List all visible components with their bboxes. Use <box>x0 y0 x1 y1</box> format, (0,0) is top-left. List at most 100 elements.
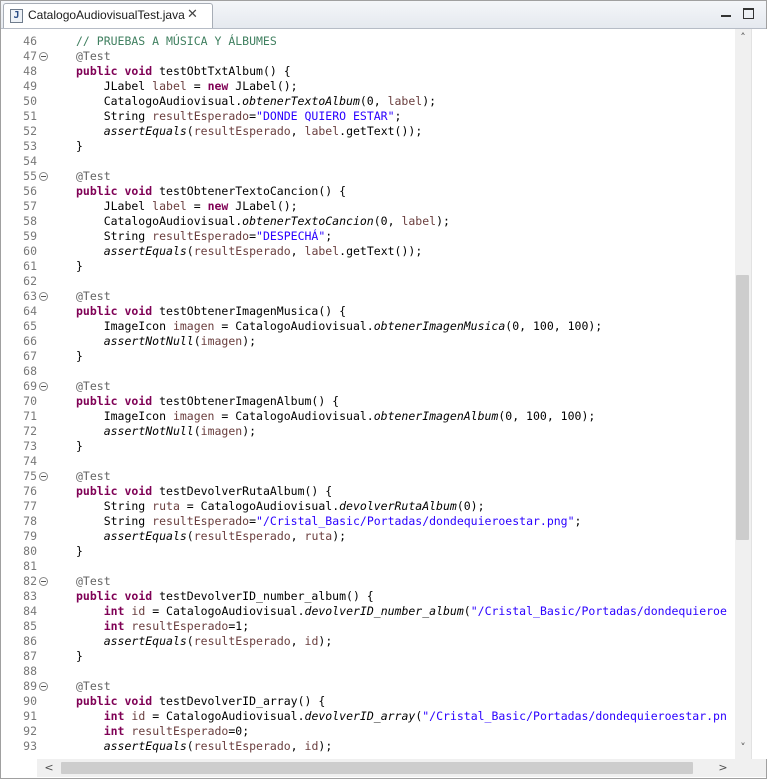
code-line[interactable]: 70 public void testObtenerImagenAlbum() { <box>1 394 735 409</box>
code-line[interactable]: 82 @Test <box>1 574 735 589</box>
code-line[interactable]: 58 CatalogoAudiovisual.obtenerTextoCanci… <box>1 214 735 229</box>
code-text: assertNotNull(imagen); <box>76 424 256 439</box>
code-line[interactable]: 74 <box>1 454 735 469</box>
fold-toggle-icon[interactable] <box>39 472 48 481</box>
code-token: String <box>76 229 153 243</box>
code-line[interactable]: 67} <box>1 349 735 364</box>
scroll-down-icon[interactable]: ˅ <box>735 741 751 755</box>
fold-toggle-icon[interactable] <box>39 292 48 301</box>
line-number: 79 <box>23 529 37 543</box>
code-line[interactable]: 84 int id = CatalogoAudiovisual.devolver… <box>1 604 735 619</box>
code-line[interactable]: 73} <box>1 439 735 454</box>
maximize-icon[interactable] <box>742 6 756 20</box>
code-line[interactable]: 71 ImageIcon imagen = CatalogoAudiovisua… <box>1 409 735 424</box>
code-line[interactable]: 48 public void testObtTxtAlbum() { <box>1 64 735 79</box>
code-token: .getText()); <box>339 244 423 258</box>
code-line[interactable]: 55 @Test <box>1 169 735 184</box>
code-text: String ruta = CatalogoAudiovisual.devolv… <box>76 499 485 514</box>
code-line[interactable]: 54 <box>1 154 735 169</box>
code-line[interactable]: 59 String resultEsperado="DESPECHÁ"; <box>1 229 735 244</box>
scroll-left-icon[interactable]: < <box>41 761 57 775</box>
code-line[interactable]: 91 int id = CatalogoAudiovisual.devolver… <box>1 709 735 724</box>
code-text: @Test <box>76 469 111 484</box>
code-line[interactable]: 83 public void testDevolverID_number_albu… <box>1 589 735 604</box>
code-token: assertNotNull <box>103 424 194 438</box>
code-line[interactable]: 49 JLabel label = new JLabel(); <box>1 79 735 94</box>
code-line[interactable]: 78 String resultEsperado="/Cristal_Basic… <box>1 514 735 529</box>
code-token: @Test <box>76 49 111 63</box>
horizontal-scroll-thumb[interactable] <box>61 762 693 774</box>
code-line[interactable]: 69 @Test <box>1 379 735 394</box>
code-token: void <box>117 184 153 198</box>
code-line[interactable]: 65 ImageIcon imagen = CatalogoAudiovisua… <box>1 319 735 334</box>
line-number: 59 <box>23 229 37 243</box>
fold-toggle-icon[interactable] <box>39 682 48 691</box>
scroll-right-icon[interactable]: > <box>715 761 731 775</box>
code-line[interactable]: 66 assertNotNull(imagen); <box>1 334 735 349</box>
scroll-up-icon[interactable]: ˄ <box>735 31 751 45</box>
code-line[interactable]: 87} <box>1 649 735 664</box>
horizontal-scrollbar[interactable]: < > <box>37 759 735 777</box>
vertical-scrollbar[interactable]: ˄ ˅ <box>735 29 751 759</box>
code-token: devolverID_array <box>304 709 416 723</box>
code-token: new <box>207 79 229 93</box>
code-line[interactable]: 57 JLabel label = new JLabel(); <box>1 199 735 214</box>
code-line[interactable]: 86 assertEquals(resultEsperado, id); <box>1 634 735 649</box>
code-token: "DESPECHÁ" <box>256 229 326 243</box>
code-line[interactable]: 51 String resultEsperado="DONDE QUIERO E… <box>1 109 735 124</box>
vertical-scroll-thumb[interactable] <box>736 275 749 540</box>
line-number: 85 <box>23 619 37 633</box>
code-token: obtenerTextoAlbum <box>242 94 360 108</box>
code-token: imagen <box>172 319 215 333</box>
code-text: String resultEsperado="/Cristal_Basic/Po… <box>76 514 582 529</box>
code-line[interactable]: 63 @Test <box>1 289 735 304</box>
code-line[interactable]: 56 public void testObtenerTextoCancion() … <box>1 184 735 199</box>
minimize-icon[interactable] <box>719 6 733 20</box>
code-line[interactable]: 81 <box>1 559 735 574</box>
code-line[interactable]: 88 <box>1 664 735 679</box>
code-line[interactable]: 89 @Test <box>1 679 735 694</box>
fold-toggle-icon[interactable] <box>39 172 48 181</box>
close-icon[interactable]: ✕ <box>187 7 198 23</box>
code-line[interactable]: 79 assertEquals(resultEsperado, ruta); <box>1 529 735 544</box>
code-line[interactable]: 61} <box>1 259 735 274</box>
code-line[interactable]: 85 int resultEsperado=1; <box>1 619 735 634</box>
code-token: ); <box>436 214 450 228</box>
fold-toggle-icon[interactable] <box>39 577 48 586</box>
code-text: JLabel label = new JLabel(); <box>76 199 298 214</box>
line-number: 73 <box>23 439 37 453</box>
code-line[interactable]: 75 @Test <box>1 469 735 484</box>
code-editor[interactable]: 46// PRUEBAS A MÚSICA Y ÁLBUMES 47 @Test 48… <box>1 29 735 759</box>
code-line[interactable]: 68 <box>1 364 735 379</box>
code-line[interactable]: 90 public void testDevolverID_array() { <box>1 694 735 709</box>
code-line[interactable]: 93 assertEquals(resultEsperado, id); <box>1 739 735 754</box>
fold-toggle-icon[interactable] <box>39 382 48 391</box>
code-line[interactable]: 50 CatalogoAudiovisual.obtenerTextoAlbum… <box>1 94 735 109</box>
code-line[interactable]: 62 <box>1 274 735 289</box>
code-line[interactable]: 64 public void testObtenerImagenMusica() … <box>1 304 735 319</box>
code-token: void <box>117 304 153 318</box>
code-line[interactable]: 72 assertNotNull(imagen); <box>1 424 735 439</box>
code-text: @Test <box>76 169 111 184</box>
code-line[interactable]: 46 // PRUEBAS A MÚSICA Y ÁLBUMES <box>1 34 735 49</box>
code-token: ); <box>242 424 257 438</box>
code-line[interactable]: 76 public void testDevolverRutaAlbum() { <box>1 484 735 499</box>
line-number: 49 <box>23 79 37 93</box>
code-line[interactable]: 80} <box>1 544 735 559</box>
code-line[interactable]: 92 int resultEsperado=0; <box>1 724 735 739</box>
overview-ruler <box>751 29 767 759</box>
code-text: assertEquals(resultEsperado, label.getTe… <box>76 124 423 139</box>
line-number: 70 <box>23 394 37 408</box>
code-line[interactable]: 53} <box>1 139 735 154</box>
code-line[interactable]: 52 assertEquals(resultEsperado, label.ge… <box>1 124 735 139</box>
fold-toggle-icon[interactable] <box>39 52 48 61</box>
code-token: , <box>290 634 305 648</box>
code-text: public void testDevolverRutaAlbum() { <box>76 484 332 499</box>
line-number: 87 <box>23 649 37 663</box>
code-line[interactable]: 47 @Test <box>1 49 735 64</box>
code-token: // PRUEBAS A MÚSICA Y ÁLBUMES <box>76 34 277 48</box>
tab-catalogo-audiovisual-test[interactable]: J CatalogoAudiovisualTest.java ✕ <box>3 3 213 28</box>
code-line[interactable]: 60 assertEquals(resultEsperado, label.ge… <box>1 244 735 259</box>
code-line[interactable]: 77 String ruta = CatalogoAudiovisual.dev… <box>1 499 735 514</box>
